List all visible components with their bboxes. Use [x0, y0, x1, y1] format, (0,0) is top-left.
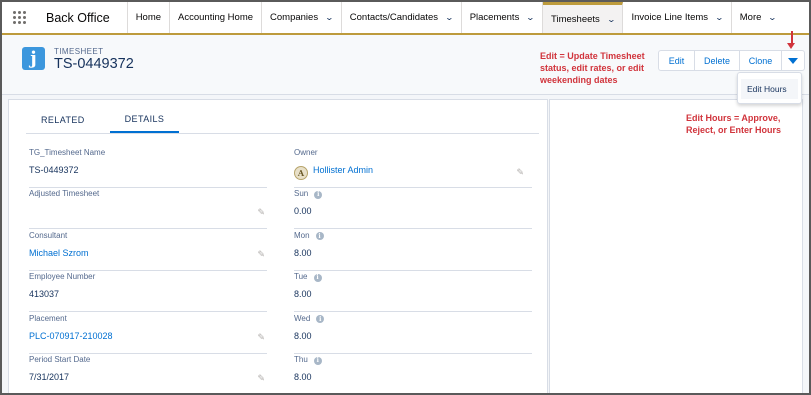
- field-placement: Placement PLC-070917-210028 ✎: [29, 314, 267, 354]
- field-label-text: Wed: [294, 313, 311, 323]
- info-icon[interactable]: i: [316, 315, 325, 323]
- info-icon[interactable]: i: [313, 273, 322, 282]
- change-owner-icon[interactable]: ✎: [516, 167, 524, 178]
- tab-label: Home: [135, 12, 162, 23]
- delete-button[interactable]: Delete: [695, 51, 740, 70]
- field-label: Tue i: [294, 272, 322, 282]
- detail-tabs: RELATED DETAILS: [26, 106, 539, 134]
- field-mon: Mon i 8.00: [294, 231, 532, 271]
- field-label: Wed i: [294, 313, 325, 323]
- tab-details[interactable]: DETAILS: [109, 106, 180, 133]
- record-title: TS-0449372: [54, 56, 134, 72]
- info-icon[interactable]: i: [315, 232, 324, 240]
- field-value: 8.00: [294, 330, 312, 341]
- field-label: Sun i: [294, 189, 323, 199]
- owner-field: Owner A Hollister Admin ✎: [294, 148, 532, 188]
- app-launcher-icon[interactable]: [2, 2, 30, 33]
- tab-related[interactable]: RELATED: [26, 106, 100, 133]
- chevron-down-icon[interactable]: ⌄: [768, 13, 777, 22]
- chevron-down-icon[interactable]: ⌄: [715, 13, 724, 22]
- clone-button[interactable]: Clone: [740, 51, 782, 70]
- field-value: TS-0449372: [29, 165, 79, 175]
- field-consultant: Consultant Michael Szrom ✎: [29, 231, 267, 271]
- field-label-text: Sun: [294, 189, 309, 198]
- field-period-start-date: Period Start Date 7/31/2017 ✎: [29, 355, 267, 393]
- info-icon[interactable]: i: [314, 190, 323, 199]
- field-label: Mon i: [294, 230, 324, 240]
- tab-placements[interactable]: Placements ⌄: [462, 2, 544, 33]
- tab-label: Contacts/Candidates: [349, 12, 438, 23]
- field-label: Consultant: [29, 231, 68, 240]
- field-label: Placement: [29, 314, 67, 323]
- record-type-label: TIMESHEET: [54, 47, 104, 56]
- field-value: 413037: [29, 289, 60, 299]
- field-sun: Sun i 0.00: [294, 189, 532, 229]
- pencil-icon[interactable]: ✎: [257, 373, 265, 384]
- tab-label: Invoice Line Items: [631, 12, 709, 23]
- field-label-text: Mon: [294, 230, 310, 240]
- field-label-text: Thu: [294, 355, 308, 364]
- edit-button[interactable]: Edit: [659, 51, 695, 70]
- field-value: 7/31/2017: [29, 372, 70, 382]
- tab-accounting-home[interactable]: Accounting Home: [170, 2, 263, 33]
- edit-hours-menu-item[interactable]: Edit Hours: [741, 79, 798, 99]
- timesheet-record-icon: j: [22, 47, 45, 70]
- tab-label: Placements: [469, 12, 520, 23]
- actions-dropdown-menu: Edit Hours: [737, 72, 802, 104]
- field-value[interactable]: PLC-070917-210028: [29, 331, 113, 341]
- tab-companies[interactable]: Companies ⌄: [262, 2, 342, 33]
- info-icon[interactable]: i: [313, 356, 322, 365]
- chevron-down-icon[interactable]: ⌄: [445, 13, 454, 22]
- field-label: Adjusted Timesheet: [29, 189, 100, 198]
- field-label-text: Tue: [294, 272, 308, 281]
- field-tg-timesheet-name: TG_Timesheet Name TS-0449372: [29, 148, 267, 188]
- field-value: 8.00: [294, 247, 312, 258]
- edit-hours-annotation: Edit Hours = Approve, Reject, or Enter H…: [686, 113, 782, 136]
- pencil-icon[interactable]: ✎: [257, 332, 265, 343]
- tab-home[interactable]: Home: [128, 2, 171, 33]
- owner-value[interactable]: A Hollister Admin: [294, 165, 373, 180]
- field-thu: Thu i 8.00: [294, 355, 532, 393]
- field-wed: Wed i 8.00: [294, 314, 532, 354]
- app-name: Back Office: [30, 2, 128, 33]
- field-label: Period Start Date: [29, 355, 91, 364]
- chevron-down-icon[interactable]: ⌄: [325, 13, 334, 22]
- field-value: 0.00: [294, 206, 312, 216]
- screenshot-frame: Back Office Home Accounting Home Companies…: [0, 0, 811, 395]
- pencil-icon[interactable]: ✎: [257, 207, 265, 218]
- field-value[interactable]: Michael Szrom: [29, 248, 89, 258]
- field-value: 8.00: [294, 289, 312, 299]
- global-nav: Back Office Home Accounting Home Companies…: [2, 2, 809, 35]
- field-tue: Tue i 8.00: [294, 272, 532, 312]
- chevron-down-icon: [788, 57, 798, 64]
- chevron-down-icon[interactable]: ⌄: [526, 13, 535, 22]
- field-employee-number: Employee Number 413037: [29, 272, 267, 312]
- tab-invoice-line-items[interactable]: Invoice Line Items ⌄: [623, 2, 732, 33]
- field-label: Owner: [294, 148, 318, 157]
- nav-tabs: Home Accounting Home Companies ⌄ Contacts/Ca…: [128, 2, 784, 33]
- field-label: Employee Number: [29, 272, 96, 281]
- tab-label: Timesheets: [551, 13, 600, 25]
- record-actions: Edit Delete Clone: [658, 50, 805, 71]
- tab-more[interactable]: More ⌄: [732, 2, 784, 33]
- record-header: j TIMESHEET TS-0449372 Edit = Update Tim…: [2, 31, 809, 95]
- tab-label: Accounting Home: [178, 12, 254, 23]
- edit-annotation: Edit = Update Timesheet status, edit rat…: [540, 51, 645, 86]
- tab-label: Companies: [270, 12, 319, 23]
- record-body: RELATED DETAILS TG_Timesheet Name TS-0449…: [2, 95, 809, 393]
- tab-contacts-candidates[interactable]: Contacts/Candidates ⌄: [342, 2, 462, 33]
- pencil-icon[interactable]: ✎: [257, 249, 265, 260]
- annotation-arrow-icon: [787, 31, 795, 51]
- field-label: TG_Timesheet Name: [29, 148, 106, 157]
- tab-label: More: [739, 12, 762, 23]
- field-label: Thu i: [294, 355, 322, 365]
- field-value: 8.00: [294, 372, 312, 382]
- field-adjusted-timesheet: Adjusted Timesheet ✎: [29, 189, 267, 229]
- more-actions-button[interactable]: [782, 51, 804, 70]
- chevron-down-icon[interactable]: ⌄: [606, 15, 615, 24]
- side-panel: [549, 99, 803, 393]
- tab-timesheets[interactable]: Timesheets ⌄: [543, 2, 624, 33]
- details-card: RELATED DETAILS TG_Timesheet Name TS-0449…: [8, 99, 548, 393]
- avatar: A: [294, 166, 308, 180]
